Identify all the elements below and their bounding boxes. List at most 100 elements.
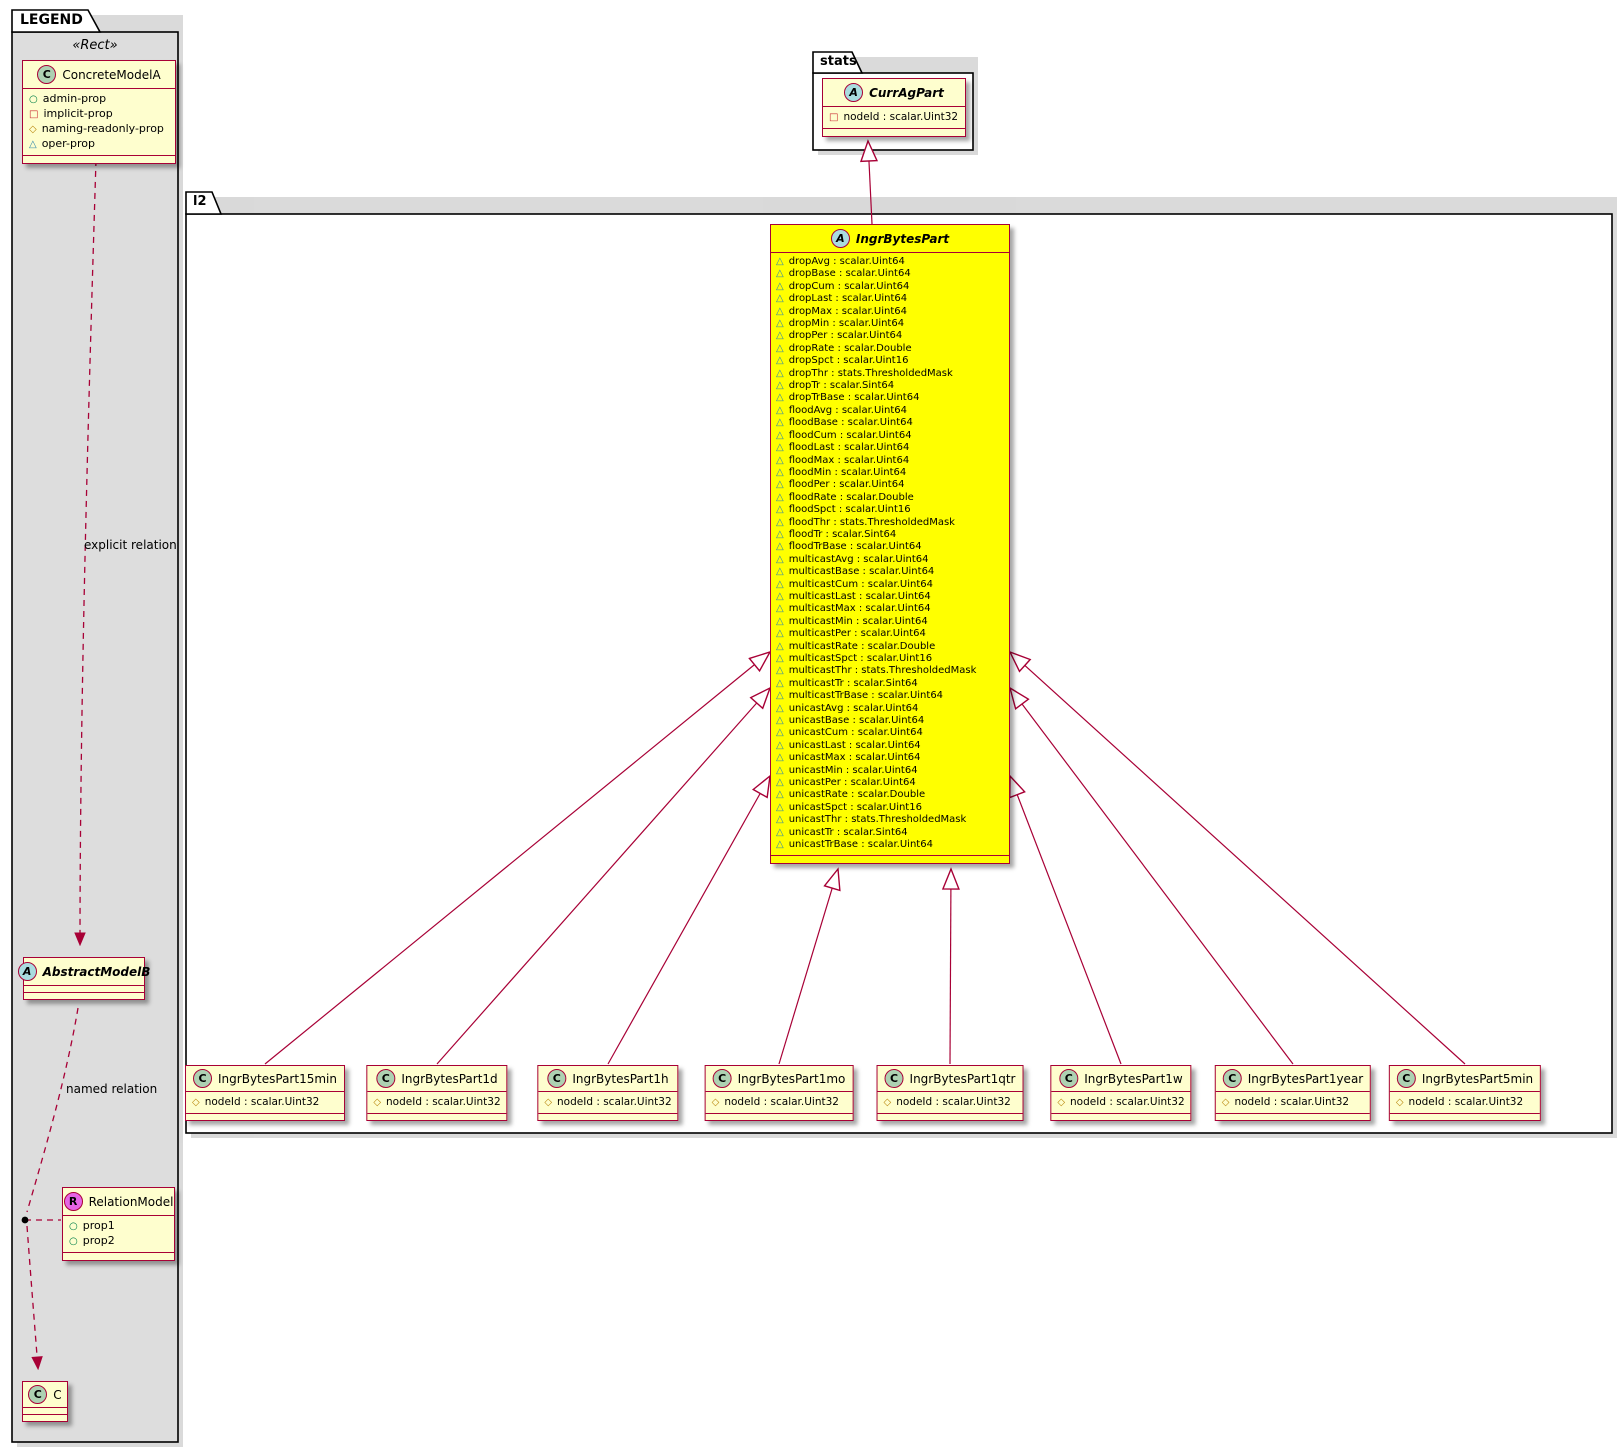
visibility-icon — [776, 641, 784, 653]
attribute-row: dropAvg : scalar.Uint64 — [776, 256, 1004, 268]
attribute-row: multicastAvg : scalar.Uint64 — [776, 554, 1004, 566]
class-spot-icon: C — [884, 1069, 904, 1088]
uml-class-diagram: LEGEND stats l2 «Rect» C ConcreteModelA … — [0, 0, 1619, 1451]
attribute-label: floodTr : scalar.Sint64 — [788, 528, 897, 540]
visibility-icon — [29, 92, 38, 107]
attribute-row: floodThr : stats.ThresholdedMask — [776, 517, 1004, 529]
attribute-label: dropTrBase : scalar.Uint64 — [788, 392, 920, 404]
attribute-label: dropAvg : scalar.Uint64 — [788, 256, 905, 267]
legend-stereotype-label: «Rect» — [72, 38, 118, 53]
class-spot-icon: C — [376, 1069, 396, 1088]
attribute-label: multicastMin : scalar.Uint64 — [788, 615, 928, 627]
l2-package-tab: l2 — [193, 194, 207, 209]
attribute-label: floodRate : scalar.Double — [788, 491, 914, 503]
attribute-row: unicastMax : scalar.Uint64 — [776, 752, 1004, 764]
class-box: C IngrBytesPart1d nodeId : scalar.Uint32 — [366, 1065, 508, 1121]
attribute-label: floodThr : stats.ThresholdedMask — [788, 516, 955, 528]
attribute-row: multicastMax : scalar.Uint64 — [776, 603, 1004, 615]
class-box: C IngrBytesPart1w nodeId : scalar.Uint32 — [1050, 1065, 1192, 1121]
class-box-concretemodela: C ConcreteModelA admin-prop implicit-pro… — [22, 60, 176, 164]
class-box: C IngrBytesPart1qtr nodeId : scalar.Uint… — [876, 1065, 1024, 1121]
attribute-row: nodeId : scalar.Uint32 — [829, 110, 959, 125]
attribute-row: unicastPer : scalar.Uint64 — [776, 777, 1004, 789]
visibility-icon — [544, 1095, 552, 1110]
attribute-row: floodBase : scalar.Uint64 — [776, 417, 1004, 429]
class-spot-icon: C — [1222, 1069, 1242, 1088]
attribute-label: multicastBase : scalar.Uint64 — [788, 566, 935, 578]
visibility-icon — [776, 554, 784, 566]
attribute-label: nodeId : scalar.Uint32 — [386, 1096, 501, 1108]
attribute-row: unicastThr : stats.ThresholdedMask — [776, 814, 1004, 826]
attribute-row: unicastBase : scalar.Uint64 — [776, 715, 1004, 727]
attribute-label: multicastAvg : scalar.Uint64 — [788, 553, 929, 565]
attribute-label: multicastLast : scalar.Uint64 — [788, 590, 931, 602]
class-name: IngrBytesPart1mo — [737, 1071, 846, 1086]
visibility-icon — [776, 814, 784, 826]
visibility-icon — [776, 405, 784, 417]
attribute-row: admin-prop — [29, 92, 169, 107]
class-box: C IngrBytesPart1year nodeId : scalar.Uin… — [1214, 1065, 1372, 1121]
attribute-row: nodeId : scalar.Uint32 — [1396, 1095, 1534, 1110]
attribute-label: nodeId : scalar.Uint32 — [204, 1096, 320, 1108]
attribute-label: dropThr : stats.ThresholdedMask — [788, 367, 953, 379]
attribute-row: nodeId : scalar.Uint32 — [1057, 1095, 1185, 1110]
visibility-icon — [776, 467, 784, 479]
attribute-list: prop1 prop2 — [63, 1215, 174, 1252]
attribute-label: multicastTrBase : scalar.Uint64 — [788, 690, 944, 702]
relation-anchor-dot — [21, 1216, 29, 1224]
attribute-row: floodPer : scalar.Uint64 — [776, 479, 1004, 491]
relation-spot-icon: R — [63, 1192, 83, 1211]
attribute-row: oper-prop — [29, 137, 169, 152]
visibility-icon — [776, 306, 784, 318]
class-name: C — [53, 1387, 62, 1402]
attribute-label: dropLast : scalar.Uint64 — [788, 293, 908, 305]
attribute-label: unicastMin : scalar.Uint64 — [788, 764, 918, 776]
attribute-label: dropCum : scalar.Uint64 — [788, 280, 910, 292]
visibility-icon — [776, 517, 784, 529]
attribute-row: implicit-prop — [29, 107, 169, 122]
named-relation-label: named relation — [66, 1082, 158, 1096]
attribute-label: unicastRate : scalar.Double — [788, 789, 926, 801]
visibility-icon — [776, 603, 784, 615]
attribute-row: naming-readonly-prop — [29, 122, 169, 137]
attribute-row: dropTr : scalar.Sint64 — [776, 380, 1004, 392]
class-box: C IngrBytesPart1mo nodeId : scalar.Uint3… — [704, 1065, 854, 1121]
methods-compartment — [1215, 1113, 1371, 1120]
class-name: IngrBytesPart1w — [1084, 1071, 1183, 1086]
class-spot-icon: C — [1396, 1069, 1416, 1088]
visibility-icon — [29, 137, 37, 152]
class-box: C IngrBytesPart1h nodeId : scalar.Uint32 — [537, 1065, 679, 1121]
attribute-label: unicastBase : scalar.Uint64 — [788, 715, 925, 727]
visibility-icon — [776, 727, 784, 739]
abstract-spot-icon: A — [17, 962, 37, 981]
visibility-icon — [776, 343, 784, 355]
attribute-row: unicastRate : scalar.Double — [776, 789, 1004, 801]
class-name: RelationModel — [88, 1194, 174, 1209]
attribute-row: unicastLast : scalar.Uint64 — [776, 740, 1004, 752]
attribute-label: unicastTr : scalar.Sint64 — [788, 826, 908, 838]
attribute-label: unicastSpct : scalar.Uint16 — [788, 801, 922, 813]
visibility-icon — [776, 330, 784, 342]
attribute-row: floodCum : scalar.Uint64 — [776, 430, 1004, 442]
visibility-icon — [776, 504, 784, 516]
attribute-row: unicastSpct : scalar.Uint16 — [776, 802, 1004, 814]
attribute-label: dropBase : scalar.Uint64 — [788, 268, 911, 280]
abstract-spot-icon: A — [830, 229, 850, 248]
attribute-label: unicastCum : scalar.Uint64 — [788, 727, 923, 739]
attribute-label: multicastMax : scalar.Uint64 — [788, 603, 931, 615]
visibility-icon — [776, 541, 784, 553]
attribute-row: multicastCum : scalar.Uint64 — [776, 579, 1004, 591]
class-spot-icon: C — [712, 1069, 732, 1088]
methods-compartment — [63, 1252, 174, 1260]
attribute-row: unicastAvg : scalar.Uint64 — [776, 703, 1004, 715]
class-name: CurrAgPart — [869, 85, 944, 100]
attributes-compartment — [23, 1407, 67, 1414]
visibility-icon — [776, 281, 784, 293]
attribute-row: unicastMin : scalar.Uint64 — [776, 765, 1004, 777]
class-name: ConcreteModelA — [62, 67, 161, 82]
methods-compartment — [771, 854, 1009, 863]
visibility-icon — [776, 789, 784, 801]
attribute-label: nodeId : scalar.Uint32 — [557, 1096, 672, 1108]
class-spot-icon: C — [193, 1069, 213, 1088]
attribute-list: dropAvg : scalar.Uint64 dropBase : scala… — [771, 252, 1009, 855]
